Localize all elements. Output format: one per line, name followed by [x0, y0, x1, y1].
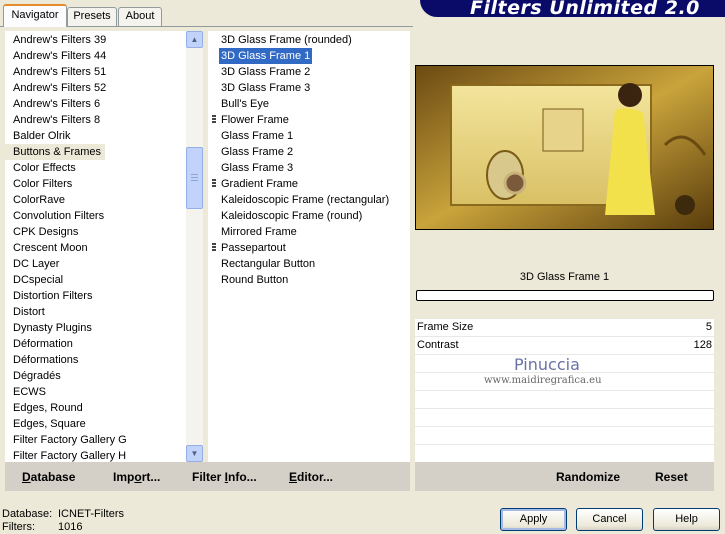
filter-item[interactable]: 3D Glass Frame 1 — [219, 48, 313, 64]
filter-item[interactable]: 3D Glass Frame (rounded) — [219, 32, 354, 48]
category-item[interactable]: Distortion Filters — [5, 288, 96, 304]
category-item[interactable]: Buttons & Frames — [5, 144, 106, 160]
category-item[interactable]: Dégradés — [5, 368, 65, 384]
category-item[interactable]: Convolution Filters — [5, 208, 108, 224]
status-database-value: ICNET-Filters — [58, 508, 124, 520]
filter-item[interactable]: Bull's Eye — [219, 96, 271, 112]
category-item[interactable]: Crescent Moon — [5, 240, 92, 256]
param-row-empty — [415, 409, 714, 427]
status-database-label: Database: — [2, 508, 53, 520]
filter-item[interactable]: 3D Glass Frame 3 — [219, 80, 312, 96]
scroll-down-button[interactable]: ▼ — [186, 445, 203, 462]
reset-button[interactable]: Reset — [655, 470, 688, 484]
category-item[interactable]: Andrew's Filters 44 — [5, 48, 110, 64]
category-item[interactable]: Filter Factory Gallery G — [5, 432, 131, 448]
filter-info-button[interactable]: Filter Info... — [192, 470, 257, 484]
database-button[interactable]: Database — [22, 470, 75, 484]
category-item[interactable]: DCspecial — [5, 272, 67, 288]
param-value: 128 — [693, 339, 712, 351]
folder-marker-icon — [212, 115, 216, 124]
watermark-name: Pinuccia — [514, 355, 580, 374]
category-item[interactable]: Color Filters — [5, 176, 76, 192]
tab-presets[interactable]: Presets — [67, 7, 117, 26]
watermark-url: www.maidiregrafica.eu — [484, 375, 602, 386]
folder-marker-icon — [212, 179, 216, 188]
filter-item[interactable]: Glass Frame 2 — [219, 144, 295, 160]
category-item[interactable]: Color Effects — [5, 160, 80, 176]
category-item[interactable]: Dynasty Plugins — [5, 320, 96, 336]
cancel-button[interactable]: Cancel — [576, 508, 643, 531]
category-item[interactable]: Distort — [5, 304, 49, 320]
param-row[interactable]: Contrast 128 — [415, 337, 714, 355]
category-list[interactable]: Andrew's Filters 39 Andrew's Filters 44 An… — [5, 31, 186, 462]
filter-item[interactable]: 3D Glass Frame 2 — [219, 64, 312, 80]
filter-item[interactable]: Glass Frame 3 — [219, 160, 295, 176]
category-item[interactable]: DC Layer — [5, 256, 63, 272]
scroll-thumb[interactable] — [186, 147, 203, 209]
category-item[interactable]: Andrew's Filters 39 — [5, 32, 110, 48]
param-row-empty — [415, 427, 714, 445]
editor-button[interactable]: Editor... — [289, 470, 333, 484]
category-item[interactable]: Andrew's Filters 52 — [5, 80, 110, 96]
category-item[interactable]: Edges, Square — [5, 416, 90, 432]
tab-about[interactable]: About — [118, 7, 162, 26]
folder-marker-icon — [212, 243, 216, 252]
filter-item[interactable]: Flower Frame — [219, 112, 291, 128]
filter-item[interactable]: Rectangular Button — [219, 256, 317, 272]
filter-item[interactable]: Passepartout — [219, 240, 288, 256]
filter-name-label: 3D Glass Frame 1 — [415, 266, 714, 288]
param-row[interactable]: Frame Size 5 — [415, 319, 714, 337]
filter-item[interactable]: Round Button — [219, 272, 290, 288]
filter-item[interactable]: Mirrored Frame — [219, 224, 299, 240]
category-item[interactable]: Andrew's Filters 6 — [5, 96, 104, 112]
scroll-up-button[interactable]: ▲ — [186, 31, 203, 48]
filter-item[interactable]: Kaleidoscopic Frame (rectangular) — [219, 192, 391, 208]
param-row-empty — [415, 445, 714, 463]
parameter-panel: Frame Size 5 Contrast 128 — [415, 319, 714, 463]
param-label: Frame Size — [417, 321, 474, 333]
category-item[interactable]: Déformations — [5, 352, 82, 368]
filter-item[interactable]: Glass Frame 1 — [219, 128, 295, 144]
import-button[interactable]: Import... — [113, 470, 160, 484]
category-item[interactable]: Edges, Round — [5, 400, 87, 416]
param-value: 5 — [705, 321, 712, 333]
help-button[interactable]: Help — [653, 508, 720, 531]
tab-navigator[interactable]: Navigator — [3, 4, 67, 27]
param-label: Contrast — [417, 339, 459, 351]
filter-list[interactable]: 3D Glass Frame (rounded) 3D Glass Frame 1… — [208, 31, 410, 462]
filter-item[interactable]: Kaleidoscopic Frame (round) — [219, 208, 364, 224]
randomize-button[interactable]: Randomize — [556, 470, 620, 484]
category-item[interactable]: Déformation — [5, 336, 77, 352]
param-row-empty — [415, 391, 714, 409]
progress-bar — [416, 290, 714, 301]
category-item[interactable]: Balder Olrik — [5, 128, 74, 144]
app-title: Filters Unlimited 2.0 — [470, 0, 700, 19]
category-item[interactable]: ColorRave — [5, 192, 69, 208]
category-item[interactable]: Andrew's Filters 8 — [5, 112, 104, 128]
status-filters-value: 1016 — [58, 521, 83, 533]
category-item[interactable]: Andrew's Filters 51 — [5, 64, 110, 80]
status-filters-label: Filters: — [2, 521, 35, 533]
category-item[interactable]: ECWS — [5, 384, 50, 400]
preview-artwork — [416, 66, 713, 229]
category-item[interactable]: CPK Designs — [5, 224, 82, 240]
filter-item[interactable]: Gradient Frame — [219, 176, 300, 192]
preview-image — [415, 65, 714, 230]
category-scrollbar[interactable]: ▲ ▼ — [186, 31, 203, 462]
apply-button[interactable]: Apply — [500, 508, 567, 531]
